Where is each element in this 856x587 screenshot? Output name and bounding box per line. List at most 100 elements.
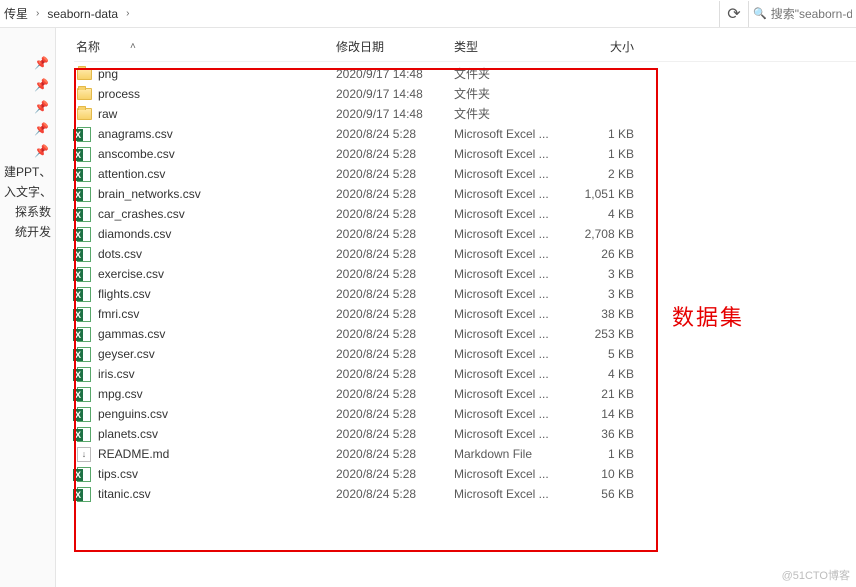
file-name-cell: titanic.csv (76, 484, 336, 504)
file-row[interactable]: flights.csv2020/8/24 5:28Microsoft Excel… (76, 284, 838, 304)
file-date: 2020/8/24 5:28 (336, 224, 454, 244)
excel-file-icon (76, 186, 92, 202)
excel-file-icon (76, 226, 92, 242)
column-header-size[interactable]: 大小 (572, 38, 634, 55)
sidebar-item[interactable]: 建PPT、 (0, 162, 55, 182)
file-name-cell: attention.csv (76, 164, 336, 184)
search-box[interactable]: 🔍 (748, 1, 856, 27)
file-type: Microsoft Excel ... (454, 384, 572, 404)
file-row[interactable]: titanic.csv2020/8/24 5:28Microsoft Excel… (76, 484, 838, 504)
file-name-cell: raw (76, 104, 336, 124)
file-size: 1,051 KB (572, 184, 634, 204)
file-row[interactable]: raw2020/9/17 14:48文件夹 (76, 104, 838, 124)
file-type: Microsoft Excel ... (454, 464, 572, 484)
file-row[interactable]: mpg.csv2020/8/24 5:28Microsoft Excel ...… (76, 384, 838, 404)
file-name-cell: planets.csv (76, 424, 336, 444)
sidebar-item[interactable]: 探系数 (0, 202, 55, 222)
file-date: 2020/8/24 5:28 (336, 144, 454, 164)
file-name: car_crashes.csv (98, 204, 185, 224)
file-size: 21 KB (572, 384, 634, 404)
file-name-cell: geyser.csv (76, 344, 336, 364)
address-search-bar: 传星 › seaborn-data › ⟳ 🔍 (0, 0, 856, 28)
file-type: Microsoft Excel ... (454, 184, 572, 204)
file-date: 2020/8/24 5:28 (336, 184, 454, 204)
file-date: 2020/8/24 5:28 (336, 344, 454, 364)
file-row[interactable]: anscombe.csv2020/8/24 5:28Microsoft Exce… (76, 144, 838, 164)
refresh-button[interactable]: ⟳ (720, 1, 748, 27)
file-row[interactable]: brain_networks.csv 2020/8/24 5:28Microsof… (76, 184, 838, 204)
file-row[interactable]: tips.csv2020/8/24 5:28Microsoft Excel ..… (76, 464, 838, 484)
file-row[interactable]: png2020/9/17 14:48文件夹 (76, 64, 838, 84)
excel-file-icon (76, 346, 92, 362)
file-row[interactable]: README.md2020/8/24 5:28Markdown File1 KB (76, 444, 838, 464)
file-name-cell: mpg.csv (76, 384, 336, 404)
layout: 📌 📌 📌 📌 📌 建PPT、 入文字、 探系数 统开发 名称 ˄ 修改日期 类… (0, 28, 856, 587)
file-row[interactable]: anagrams.csv2020/8/24 5:28Microsoft Exce… (76, 124, 838, 144)
markdown-file-icon (76, 446, 92, 462)
file-name-cell: fmri.csv (76, 304, 336, 324)
file-name-cell: diamonds.csv (76, 224, 336, 244)
file-size: 36 KB (572, 424, 634, 444)
file-name: raw (98, 104, 117, 124)
column-header-date[interactable]: 修改日期 (336, 38, 454, 55)
file-row[interactable]: penguins.csv2020/8/24 5:28Microsoft Exce… (76, 404, 838, 424)
file-name: brain_networks.csv (98, 184, 201, 204)
file-row[interactable]: car_crashes.csv2020/8/24 5:28Microsoft E… (76, 204, 838, 224)
pin-icon: 📌 (34, 56, 49, 70)
file-pane: 名称 ˄ 修改日期 类型 大小 png2020/9/17 14:48文件夹pro… (56, 28, 856, 587)
file-type: Microsoft Excel ... (454, 224, 572, 244)
file-date: 2020/8/24 5:28 (336, 484, 454, 504)
file-date: 2020/8/24 5:28 (336, 304, 454, 324)
search-icon: 🔍 (753, 7, 767, 20)
search-input[interactable] (771, 7, 852, 21)
file-name: README.md (98, 444, 169, 464)
excel-file-icon (76, 286, 92, 302)
file-row[interactable]: attention.csv2020/8/24 5:28Microsoft Exc… (76, 164, 838, 184)
file-name: exercise.csv (98, 264, 164, 284)
file-size: 3 KB (572, 284, 634, 304)
file-size: 4 KB (572, 204, 634, 224)
file-row[interactable]: fmri.csv2020/8/24 5:28Microsoft Excel ..… (76, 304, 838, 324)
file-row[interactable]: geyser.csv2020/8/24 5:28Microsoft Excel … (76, 344, 838, 364)
excel-file-icon (76, 266, 92, 282)
file-row[interactable]: planets.csv2020/8/24 5:28Microsoft Excel… (76, 424, 838, 444)
column-header-name[interactable]: 名称 ˄ (76, 38, 336, 55)
column-header-name-label: 名称 (76, 38, 100, 55)
sidebar-item[interactable]: 入文字、 (0, 182, 55, 202)
breadcrumb[interactable]: 传星 › seaborn-data › (0, 5, 135, 22)
file-date: 2020/8/24 5:28 (336, 204, 454, 224)
sort-indicator-icon: ˄ (130, 41, 136, 52)
file-name-cell: flights.csv (76, 284, 336, 304)
file-type: 文件夹 (454, 84, 572, 104)
pin-icon: 📌 (34, 144, 49, 158)
file-row[interactable]: process2020/9/17 14:48文件夹 (76, 84, 838, 104)
breadcrumb-current[interactable]: seaborn-data (47, 7, 118, 21)
excel-file-icon (76, 486, 92, 502)
column-header-type[interactable]: 类型 (454, 38, 572, 55)
excel-file-icon (76, 246, 92, 262)
file-date: 2020/8/24 5:28 (336, 164, 454, 184)
file-row[interactable]: iris.csv2020/8/24 5:28Microsoft Excel ..… (76, 364, 838, 384)
file-row[interactable]: exercise.csv2020/8/24 5:28Microsoft Exce… (76, 264, 838, 284)
excel-file-icon (76, 406, 92, 422)
file-name-cell: brain_networks.csv (76, 184, 336, 204)
file-date: 2020/8/24 5:28 (336, 464, 454, 484)
pin-row: 📌 (0, 52, 55, 74)
file-date: 2020/9/17 14:48 (336, 64, 454, 84)
file-name: iris.csv (98, 364, 135, 384)
file-size: 3 KB (572, 264, 634, 284)
file-size: 5 KB (572, 344, 634, 364)
sidebar-item[interactable]: 统开发 (0, 222, 55, 242)
file-name: penguins.csv (98, 404, 168, 424)
pin-row: 📌 (0, 74, 55, 96)
file-row[interactable]: dots.csv2020/8/24 5:28Microsoft Excel ..… (76, 244, 838, 264)
excel-file-icon (76, 426, 92, 442)
file-row[interactable]: gammas.csv2020/8/24 5:28Microsoft Excel … (76, 324, 838, 344)
breadcrumb-parent[interactable]: 传星 (4, 5, 28, 22)
excel-file-icon (76, 146, 92, 162)
file-name-cell: anagrams.csv (76, 124, 336, 144)
excel-file-icon (76, 326, 92, 342)
file-type: Microsoft Excel ... (454, 144, 572, 164)
file-row[interactable]: diamonds.csv2020/8/24 5:28Microsoft Exce… (76, 224, 838, 244)
file-type: Markdown File (454, 444, 572, 464)
